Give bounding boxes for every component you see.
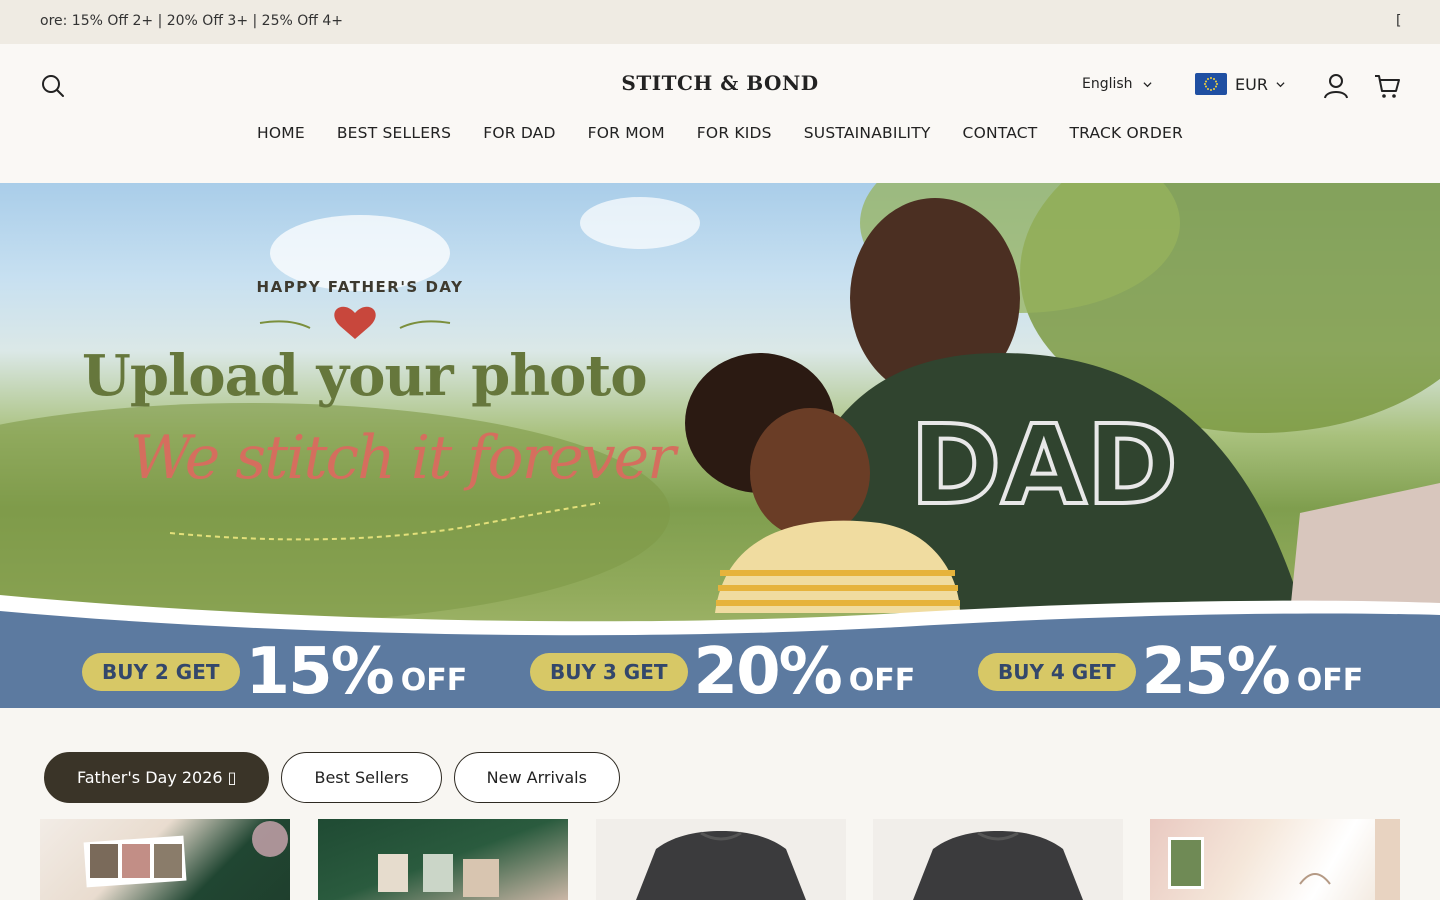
hero-title: Upload your photo bbox=[82, 343, 648, 409]
nav-item-for-kids[interactable]: FOR KIDS bbox=[697, 124, 772, 142]
announcement-text: ore: 15% Off 2+ | 20% Off 3+ | 25% Off 4… bbox=[40, 13, 343, 29]
hero-tagline: HAPPY FATHER'S DAY bbox=[256, 278, 464, 296]
collection-tabs: Father's Day 2026 ▯ Best Sellers New Arr… bbox=[44, 752, 620, 803]
chevron-down-icon bbox=[1276, 81, 1285, 87]
offer-off-label: OFF bbox=[1296, 662, 1364, 698]
offer-buy-2: BUY 2 GET 15% OFF bbox=[82, 635, 467, 708]
nav-item-track-order[interactable]: TRACK ORDER bbox=[1069, 124, 1183, 142]
announcement-bar: ore: 15% Off 2+ | 20% Off 3+ | 25% Off 4… bbox=[0, 0, 1440, 44]
product-grid bbox=[40, 819, 1400, 900]
product-image bbox=[636, 831, 806, 900]
product-image bbox=[1168, 819, 1400, 900]
tab-fathers-day-2026[interactable]: Father's Day 2026 ▯ bbox=[44, 752, 270, 803]
currency-selector[interactable]: EUR bbox=[1195, 73, 1285, 95]
main-nav: HOME BEST SELLERS FOR DAD FOR MOM FOR KI… bbox=[0, 124, 1440, 142]
offer-buy-3: BUY 3 GET 20% OFF bbox=[530, 635, 915, 708]
nav-item-contact[interactable]: CONTACT bbox=[963, 124, 1038, 142]
product-card[interactable] bbox=[873, 819, 1123, 900]
offer-buy-4: BUY 4 GET 25% OFF bbox=[978, 635, 1363, 708]
product-image bbox=[378, 854, 499, 897]
product-card[interactable] bbox=[596, 819, 846, 900]
offer-pill: BUY 3 GET bbox=[530, 653, 688, 691]
product-image bbox=[913, 831, 1083, 900]
hero-banner[interactable]: DAD HAPPY FATHER'S DAY Upload your photo… bbox=[0, 183, 1440, 708]
user-icon[interactable] bbox=[1322, 72, 1350, 100]
store-logo[interactable]: STITCH & BOND bbox=[620, 71, 820, 95]
nav-item-sustainability[interactable]: SUSTAINABILITY bbox=[804, 124, 931, 142]
nav-item-for-mom[interactable]: FOR MOM bbox=[588, 124, 665, 142]
offer-percent: 15% bbox=[245, 635, 395, 708]
offer-percent: 20% bbox=[693, 635, 843, 708]
hero-subtitle: We stitch it forever bbox=[130, 423, 676, 493]
nav-item-for-dad[interactable]: FOR DAD bbox=[483, 124, 555, 142]
product-card[interactable] bbox=[318, 819, 568, 900]
nav-item-home[interactable]: HOME bbox=[257, 124, 305, 142]
search-icon[interactable] bbox=[40, 73, 66, 99]
eu-flag-icon bbox=[1195, 73, 1227, 95]
product-card[interactable] bbox=[1150, 819, 1400, 900]
language-label: English bbox=[1082, 76, 1133, 92]
tab-new-arrivals[interactable]: New Arrivals bbox=[453, 752, 620, 803]
cart-icon[interactable] bbox=[1373, 72, 1401, 100]
offer-pill: BUY 2 GET bbox=[82, 653, 240, 691]
tab-best-sellers[interactable]: Best Sellers bbox=[281, 752, 442, 803]
svg-text:DAD: DAD bbox=[910, 401, 1178, 529]
offer-off-label: OFF bbox=[848, 662, 916, 698]
language-selector[interactable]: English bbox=[1082, 76, 1152, 92]
currency-label: EUR bbox=[1235, 74, 1268, 94]
site-header: STITCH & BOND English EUR HOME BEST SELL… bbox=[0, 44, 1440, 183]
chevron-down-icon bbox=[1143, 81, 1152, 87]
product-card[interactable] bbox=[40, 819, 290, 900]
product-image bbox=[83, 821, 288, 888]
announcement-next-mark[interactable]: [ bbox=[1396, 13, 1401, 29]
nav-item-best-sellers[interactable]: BEST SELLERS bbox=[337, 124, 451, 142]
offer-off-label: OFF bbox=[400, 662, 468, 698]
offer-percent: 25% bbox=[1141, 635, 1291, 708]
offer-pill: BUY 4 GET bbox=[978, 653, 1136, 691]
